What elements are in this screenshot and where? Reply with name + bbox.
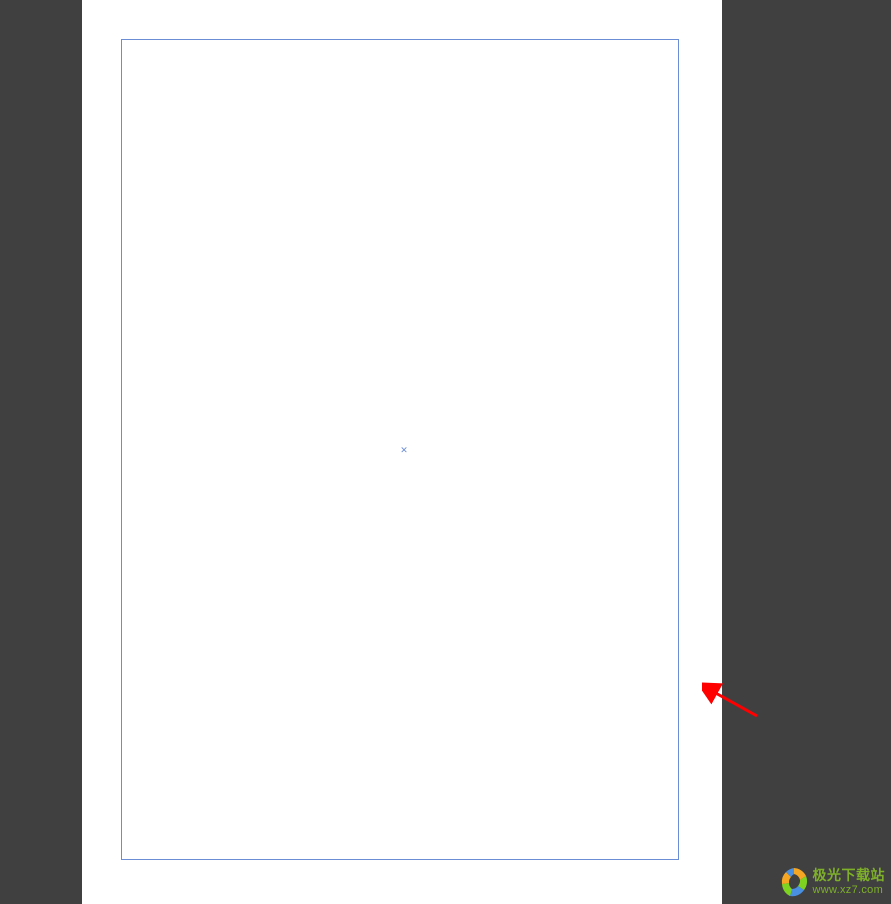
center-anchor-mark: ✕ (400, 446, 408, 454)
watermark-text-group: 极光下载站 www.xz7.com (813, 868, 886, 895)
watermark: 极光下载站 www.xz7.com (778, 866, 886, 898)
watermark-url: www.xz7.com (813, 884, 886, 896)
watermark-logo-icon (778, 866, 810, 898)
watermark-title: 极光下载站 (813, 868, 886, 883)
